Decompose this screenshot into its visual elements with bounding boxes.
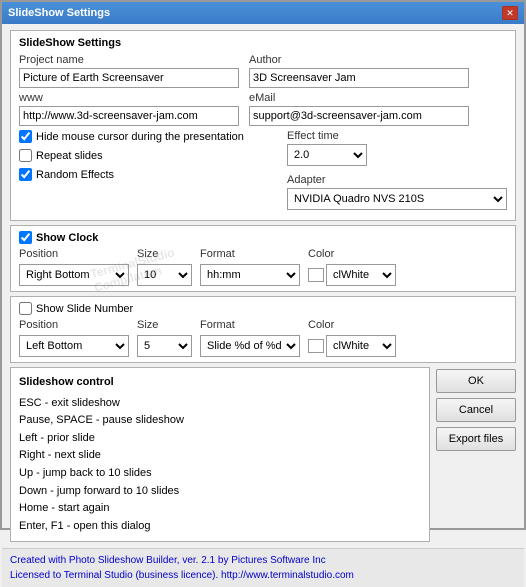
clock-color-select[interactable]: clWhiteclBlackclRed	[326, 264, 396, 286]
author-group: Author	[249, 54, 469, 88]
slide-color-swatch	[308, 339, 324, 353]
random-effects-row: Random Effects	[19, 168, 277, 181]
row-www-email: www eMail	[19, 92, 507, 126]
section-title: SlideShow Settings	[19, 37, 507, 49]
random-effects-checkbox[interactable]	[19, 168, 32, 181]
export-button[interactable]: Export files	[436, 427, 516, 451]
clock-format-group: Format hh:mmhh:mm:ssmm:ss	[200, 248, 300, 286]
clock-color-group: Color clWhiteclBlackclRed	[308, 248, 396, 286]
project-name-group: Project name	[19, 54, 239, 88]
button-group: OK Cancel Export files	[436, 367, 516, 542]
show-clock-label: Show Clock	[36, 232, 98, 244]
adapter-select[interactable]: NVIDIA Quadro NVS 210S	[287, 188, 507, 210]
www-input[interactable]	[19, 106, 239, 126]
slide-format-group: Format Slide %d of %d%d/%d%d	[200, 319, 300, 357]
hide-mouse-row: Hide mouse cursor during the presentatio…	[19, 130, 277, 143]
cancel-button[interactable]: Cancel	[436, 398, 516, 422]
control-line: Up - jump back to 10 slides	[19, 465, 421, 483]
hide-mouse-checkbox[interactable]	[19, 130, 32, 143]
show-clock-checkbox[interactable]	[19, 231, 32, 244]
clock-position-select[interactable]: Right BottomLeft BottomLeft TopRight Top	[19, 264, 129, 286]
footer: Created with Photo Slideshow Builder, ve…	[2, 548, 524, 587]
slide-size-select[interactable]: 581012	[137, 335, 192, 357]
control-line: Down - jump forward to 10 slides	[19, 483, 421, 501]
clock-position-group: Position Right BottomLeft BottomLeft Top…	[19, 248, 129, 286]
content-area: SlideShow Settings Project name Author w…	[2, 24, 524, 548]
adapter-group: Adapter NVIDIA Quadro NVS 210S	[287, 174, 507, 210]
repeat-slides-checkbox[interactable]	[19, 149, 32, 162]
control-lines: ESC - exit slideshowPause, SPACE - pause…	[19, 395, 421, 536]
email-input[interactable]	[249, 106, 469, 126]
clock-size-select[interactable]: 1081214	[137, 264, 192, 286]
control-line: Enter, F1 - open this dialog	[19, 518, 421, 536]
project-name-input[interactable]	[19, 68, 239, 88]
control-line: Left - prior slide	[19, 430, 421, 448]
row-checks-settings: Hide mouse cursor during the presentatio…	[19, 130, 507, 210]
control-line: ESC - exit slideshow	[19, 395, 421, 413]
show-slide-row: Show Slide Number	[19, 302, 507, 315]
clock-size-group: Size 1081214	[137, 248, 192, 286]
slide-format-label: Format	[200, 319, 300, 331]
slide-color-box: clWhiteclBlackclRed	[308, 335, 396, 357]
slide-color-group: Color clWhiteclBlackclRed	[308, 319, 396, 357]
clock-section: TerminalStudioCompilation Show Clock Pos…	[10, 225, 516, 292]
slide-position-select[interactable]: Left BottomRight BottomLeft TopRight Top	[19, 335, 129, 357]
ok-button[interactable]: OK	[436, 369, 516, 393]
www-group: www	[19, 92, 239, 126]
clock-color-label: Color	[308, 248, 396, 260]
clock-position-label: Position	[19, 248, 129, 260]
slide-position-label: Position	[19, 319, 129, 331]
www-label: www	[19, 92, 239, 104]
random-effects-label: Random Effects	[36, 169, 114, 181]
control-line: Right - next slide	[19, 447, 421, 465]
slide-format-select[interactable]: Slide %d of %d%d/%d%d	[200, 335, 300, 357]
slide-position-group: Position Left BottomRight BottomLeft Top…	[19, 319, 129, 357]
main-window: SlideShow Settings ✕ SlideShow Settings …	[0, 0, 526, 530]
clock-color-swatch	[308, 268, 324, 282]
clock-options-row: Position Right BottomLeft BottomLeft Top…	[19, 248, 507, 286]
bottom-row: Slideshow control ESC - exit slideshowPa…	[10, 367, 516, 542]
main-settings-section: SlideShow Settings Project name Author w…	[10, 30, 516, 221]
clock-size-label: Size	[137, 248, 192, 260]
hide-mouse-label: Hide mouse cursor during the presentatio…	[36, 131, 244, 143]
control-title: Slideshow control	[19, 374, 421, 392]
email-group: eMail	[249, 92, 469, 126]
slide-number-section: Show Slide Number Position Left BottomRi…	[10, 296, 516, 363]
repeat-slides-label: Repeat slides	[36, 150, 103, 162]
effect-time-label: Effect time	[287, 130, 507, 142]
author-label: Author	[249, 54, 469, 66]
control-line: Pause, SPACE - pause slideshow	[19, 412, 421, 430]
clock-format-select[interactable]: hh:mmhh:mm:ssmm:ss	[200, 264, 300, 286]
control-line: Home - start again	[19, 500, 421, 518]
effect-time-group: Effect time 2.01.03.05.0	[287, 130, 507, 166]
show-slide-checkbox[interactable]	[19, 302, 32, 315]
window-title: SlideShow Settings	[8, 7, 110, 19]
row-project-author: Project name Author	[19, 54, 507, 88]
project-name-label: Project name	[19, 54, 239, 66]
close-button[interactable]: ✕	[502, 6, 518, 20]
adapter-label: Adapter	[287, 174, 507, 186]
slide-color-label: Color	[308, 319, 396, 331]
clock-format-label: Format	[200, 248, 300, 260]
slide-size-label: Size	[137, 319, 192, 331]
title-bar: SlideShow Settings ✕	[2, 2, 524, 24]
email-label: eMail	[249, 92, 469, 104]
clock-color-box: clWhiteclBlackclRed	[308, 264, 396, 286]
slide-color-select[interactable]: clWhiteclBlackclRed	[326, 335, 396, 357]
footer-line2: Licensed to Terminal Studio (business li…	[10, 568, 516, 583]
repeat-slides-row: Repeat slides	[19, 149, 277, 162]
footer-line1: Created with Photo Slideshow Builder, ve…	[10, 553, 516, 568]
author-input[interactable]	[249, 68, 469, 88]
control-box: Slideshow control ESC - exit slideshowPa…	[10, 367, 430, 542]
show-slide-label: Show Slide Number	[36, 303, 133, 315]
effect-time-select[interactable]: 2.01.03.05.0	[287, 144, 367, 166]
slide-options-row: Position Left BottomRight BottomLeft Top…	[19, 319, 507, 357]
slide-size-group: Size 581012	[137, 319, 192, 357]
show-clock-row: Show Clock	[19, 231, 507, 244]
